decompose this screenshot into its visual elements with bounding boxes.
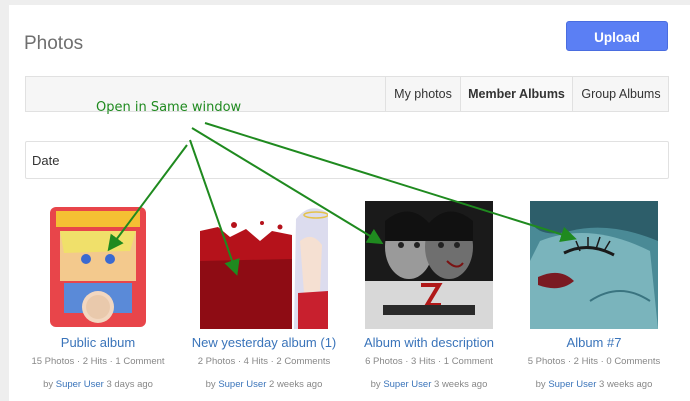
arrow-to-album-7 (204, 122, 577, 243)
annotation-label: Open in Same window (96, 100, 242, 115)
annotation-arrows (107, 122, 577, 276)
arrow-to-new-yesterday-album (189, 139, 240, 276)
arrow-to-public-album (107, 144, 188, 252)
